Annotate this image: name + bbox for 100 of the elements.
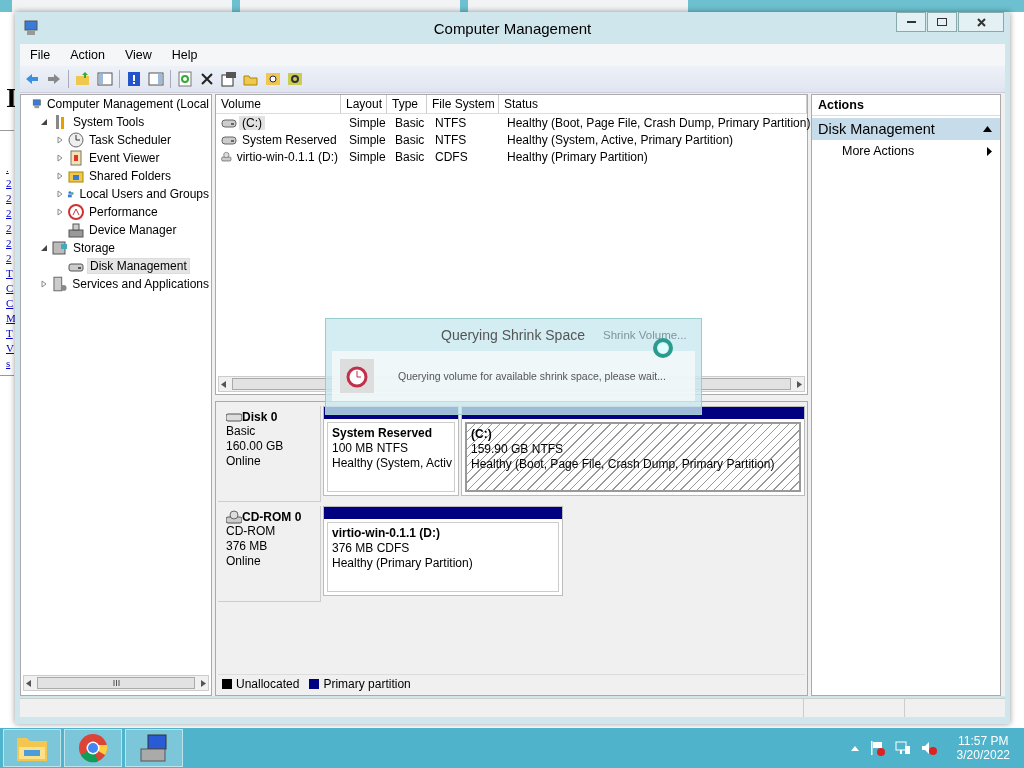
disk-name: Disk 0 (242, 410, 278, 424)
page-link[interactable]: C (6, 296, 14, 311)
column-header[interactable]: Layout (341, 95, 387, 113)
maximize-button[interactable] (927, 12, 957, 32)
legend-label: Unallocated (236, 677, 300, 691)
speaker-muted-icon[interactable] (920, 740, 937, 756)
folder-icon (68, 168, 84, 184)
page-link[interactable]: 2 (6, 206, 12, 221)
flag-icon[interactable] (868, 740, 885, 756)
tree-item[interactable]: Computer Management (Local (44, 97, 211, 111)
action-item[interactable]: More Actions (812, 140, 1000, 160)
dialog-title: Shrink Volume... (602, 329, 687, 341)
page-link[interactable]: T (6, 266, 13, 281)
clock-time: 11:57 PM (958, 734, 1009, 748)
page-link[interactable]: V (6, 341, 14, 356)
page-link[interactable]: M (6, 311, 16, 326)
forward-arrow-icon[interactable] (46, 71, 62, 87)
page-heading: I (6, 82, 17, 114)
table-cell-text: Simple (348, 132, 387, 147)
page-link[interactable]: . (6, 161, 9, 176)
table-cell-text: Basic (394, 132, 426, 147)
collapsed-arrow-icon[interactable] (56, 136, 64, 144)
scrollbar[interactable] (23, 675, 209, 691)
left-arrow-icon[interactable] (26, 679, 31, 687)
stopwatch-icon (340, 359, 374, 393)
folder-up-icon[interactable] (75, 71, 91, 87)
legend-label: Primary partition (323, 677, 411, 691)
settings-icon[interactable] (287, 71, 303, 87)
properties-icon[interactable] (221, 71, 237, 87)
actions-section[interactable]: Disk Management (812, 118, 1000, 140)
menu-item[interactable]: View (114, 48, 162, 62)
grip-icon (112, 680, 120, 686)
partition-block[interactable]: (C:) 159.90 GB NTFS Healthy (Boot, Page File, Crash Dump, Primary Partition) (461, 406, 805, 496)
tree-item[interactable]: Shared Folders (87, 169, 174, 183)
table-cell-text: Healthy (Boot, Page File, Crash Dump, Primary Partition) (506, 115, 812, 130)
left-arrow-icon[interactable] (221, 380, 226, 388)
column-header[interactable]: File System (427, 95, 499, 113)
partition-size: 376 MB CDFS (332, 541, 411, 556)
network-icon[interactable] (894, 740, 911, 756)
tree-item[interactable]: Task Scheduler (87, 133, 174, 147)
tree-item[interactable]: Services and Applications (70, 277, 211, 291)
page-link[interactable]: C (6, 281, 14, 296)
table-cell-text: Basic (394, 115, 426, 130)
column-header[interactable]: Status (499, 95, 807, 113)
menu-item[interactable]: Action (60, 48, 115, 62)
tree-item[interactable]: Local Users and Groups (77, 187, 211, 201)
menu-item[interactable]: Help (161, 48, 208, 62)
tree-item[interactable]: Performance (87, 205, 160, 219)
expanded-arrow-icon[interactable] (40, 118, 48, 126)
page-link[interactable]: 2 (6, 191, 12, 206)
collapsed-arrow-icon[interactable] (40, 280, 48, 288)
refresh-icon[interactable] (177, 71, 193, 87)
dialog-message: Querying volume for available shrink space, please wait... (398, 370, 666, 382)
panel-title: Actions (812, 95, 1000, 116)
page-link[interactable]: T (6, 326, 13, 341)
table-cell[interactable]: System Reserved (239, 132, 340, 147)
collapsed-arrow-icon[interactable] (56, 172, 64, 180)
menu-item[interactable]: File (20, 48, 61, 62)
disk-detail: Online (226, 454, 262, 469)
help-icon[interactable] (126, 71, 142, 87)
collapsed-arrow-icon[interactable] (56, 154, 64, 162)
device-icon (68, 222, 84, 238)
table-cell-text: Simple (348, 149, 387, 164)
delete-icon[interactable] (199, 71, 215, 87)
page-link[interactable]: 2 (6, 251, 12, 266)
tree-item[interactable]: Storage (71, 241, 118, 255)
tree-item[interactable]: System Tools (71, 115, 147, 129)
close-button[interactable] (958, 12, 1004, 32)
tree-item[interactable]: Event Viewer (87, 151, 162, 165)
right-arrow-icon[interactable] (797, 380, 802, 388)
column-header[interactable]: Type (387, 95, 427, 113)
partition-status: Healthy (System, Activ (332, 456, 450, 471)
show-hidden-icons-icon[interactable] (850, 745, 859, 751)
taskbar-button[interactable] (125, 729, 183, 767)
tree-item[interactable]: Disk Management (87, 258, 190, 274)
partition-block[interactable]: virtio-win-0.1.1 (D:) 376 MB CDFS Healthy (Primary Partition) (323, 506, 563, 596)
pane-icon[interactable] (97, 71, 113, 87)
page-link[interactable]: 2 (6, 176, 12, 191)
minimize-button[interactable] (896, 12, 926, 32)
column-header[interactable]: Volume (216, 95, 341, 113)
expanded-arrow-icon[interactable] (40, 244, 48, 252)
disk-detail: CD-ROM (226, 524, 277, 539)
page-link[interactable]: 2 (6, 221, 12, 236)
table-cell-text: Simple (348, 115, 387, 130)
back-arrow-icon[interactable] (24, 71, 40, 87)
table-cell-text: NTFS (434, 132, 468, 147)
search-icon[interactable] (265, 71, 281, 87)
collapsed-arrow-icon[interactable] (56, 190, 64, 198)
page-link[interactable]: 2 (6, 236, 12, 251)
table-cell-text: NTFS (434, 115, 468, 130)
submenu-arrow-icon (987, 146, 992, 156)
table-cell[interactable]: virtio-win-0.1.1 (D:) (233, 149, 341, 164)
tree-item[interactable]: Device Manager (87, 223, 179, 237)
taskbar-button[interactable] (64, 729, 122, 767)
collapsed-arrow-icon[interactable] (56, 208, 64, 216)
log-icon (68, 150, 84, 166)
right-arrow-icon[interactable] (201, 679, 206, 687)
table-cell[interactable]: (C:) (239, 115, 265, 130)
pane-icon[interactable] (148, 71, 164, 87)
page-link[interactable]: s (6, 356, 11, 371)
